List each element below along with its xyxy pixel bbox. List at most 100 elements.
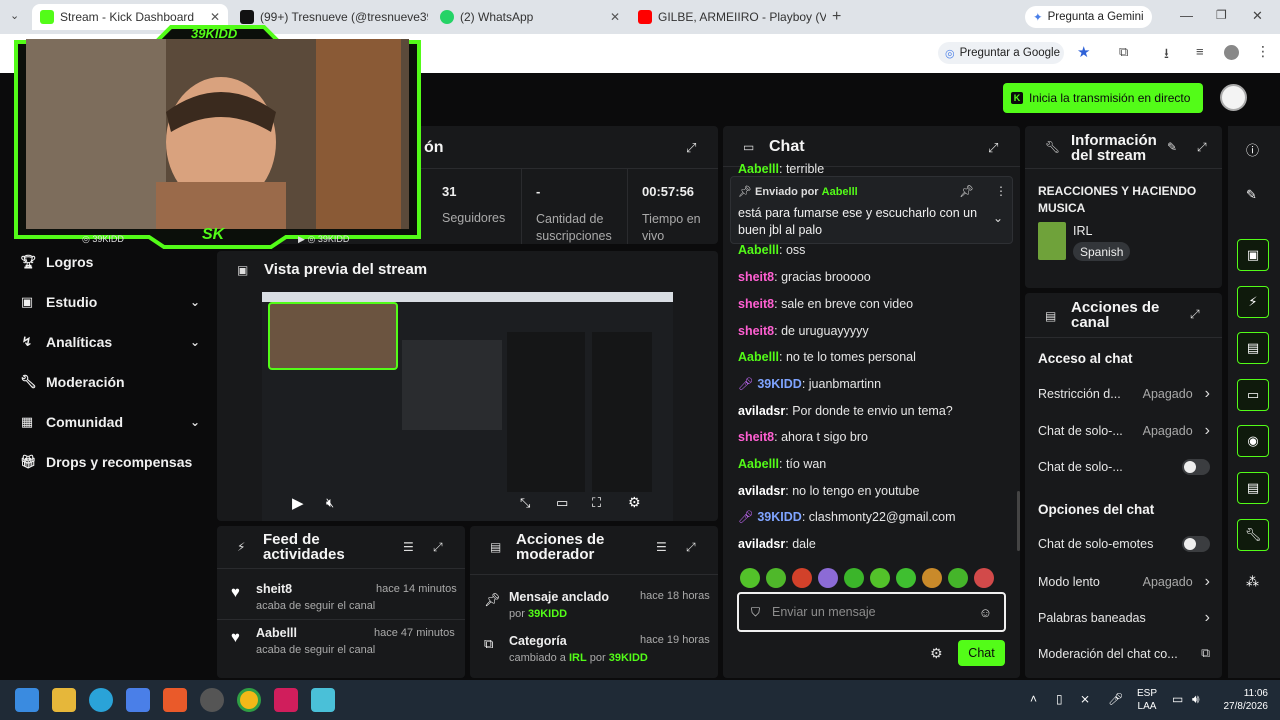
clock[interactable]: 11:06 27/8/2026 [1218,687,1269,713]
sidebar-item-analiticas[interactable]: ↯ Analíticas ⌄ [20,334,200,350]
ask-google-button[interactable]: ◎ Preguntar a Google [938,42,1064,64]
emote-icon[interactable] [870,568,890,588]
channel-setting-row[interactable]: Chat de solo-... [1038,459,1210,475]
mod-action-user[interactable]: 39KIDD [528,608,567,620]
tray-chevron-icon[interactable]: ˄ [1030,692,1037,706]
emote-icon[interactable] [922,568,942,588]
add-widget-icon[interactable]: ⁂ [1246,574,1259,590]
emoji-picker-icon[interactable]: ☺ [979,605,992,620]
channel-setting-row[interactable]: Chat de solo-emotes [1038,536,1210,552]
extensions-icon[interactable]: ⧉ [1119,44,1128,60]
channel-setting-row[interactable]: Restricción d... Apagado › [1038,385,1210,403]
download-icon[interactable]: ⭳ [1164,43,1169,67]
emote-icon[interactable] [896,568,916,588]
emote-icon[interactable] [818,568,838,588]
emote-icon[interactable] [844,568,864,588]
theater-icon[interactable]: ▭ [556,495,568,511]
chat-username[interactable]: 39KIDD [757,510,801,524]
chat-username[interactable]: Aabelll [738,243,779,257]
play-icon[interactable]: ▶ [292,494,304,512]
sidebar-item-moderacion[interactable]: 🔧︎ Moderación [20,374,200,390]
chat-username[interactable]: aviladsr [738,404,785,418]
expand-icon[interactable]: ⤢ [1190,307,1200,322]
expand-icon[interactable]: ⤢ [1197,140,1207,155]
chat-scrollbar[interactable] [1017,491,1020,551]
filter-icon[interactable]: ☰ [403,540,414,554]
chrome-icon[interactable] [237,688,261,712]
sidebar-item-comunidad[interactable]: ▦ Comunidad ⌄ [20,414,200,430]
expand-icon[interactable]: ⤢ [988,140,998,156]
chat-username[interactable]: sheit8 [738,270,774,284]
rail-activity-button[interactable]: ⚡︎ [1237,286,1269,318]
notepad-icon[interactable] [311,688,335,712]
chevron-down-icon[interactable]: ⌄ [993,211,1003,225]
chat-username[interactable]: sheit8 [738,324,774,338]
setting-toggle[interactable] [1182,459,1210,475]
file-explorer-icon[interactable] [52,688,76,712]
profile-avatar[interactable] [1224,45,1239,60]
usb-icon[interactable]: ▯ [1056,692,1063,706]
chat-username[interactable]: sheit8 [738,297,774,311]
info-icon[interactable]: ⓘ [1246,140,1259,159]
close-icon[interactable]: ✕ [610,10,620,24]
rail-record-button[interactable]: ◉ [1237,425,1269,457]
sidebar-item-drops[interactable]: 🎁︎ Drops y recompensas [20,454,200,470]
mod-action-user[interactable]: 39KIDD [609,652,648,664]
app-icon[interactable] [200,688,224,712]
channel-setting-row[interactable]: Moderación del chat co... ⧉ [1038,646,1210,661]
setting-toggle[interactable] [1182,536,1210,552]
store-app-icon[interactable] [126,688,150,712]
user-avatar[interactable] [1220,84,1247,111]
chat-username[interactable]: 39KIDD [757,377,801,391]
feed-user[interactable]: sheit8 [256,582,292,596]
mute-icon[interactable]: 🔇︎ [326,495,334,511]
tab-whatsapp[interactable]: (2) WhatsApp ✕ [432,4,628,30]
sidebar-item-logros[interactable]: 🏆︎ Logros [20,254,200,270]
settings-gear-icon[interactable]: ⚙ [628,494,641,511]
sidebar-item-estudio[interactable]: ▣ Estudio ⌄ [20,294,200,310]
chat-input[interactable]: ⛉ Enviar un mensaje ☺ [737,592,1006,632]
media-controls-icon[interactable]: ≡ [1196,44,1204,59]
fullscreen-icon[interactable]: ⛶ [592,495,601,511]
emote-icon[interactable] [948,568,968,588]
chat-username[interactable]: Aabelll [738,457,779,471]
browser-menu-icon[interactable]: ⋮ [1256,43,1270,60]
start-icon[interactable] [15,688,39,712]
bookmark-star-icon[interactable]: ★ [1077,43,1090,61]
channel-setting-row[interactable]: Modo lento Apagado › [1038,573,1210,591]
tiktok-app-icon[interactable] [274,688,298,712]
emote-icon[interactable] [766,568,786,588]
chat-username[interactable]: aviladsr [738,537,785,551]
chat-username[interactable]: sheit8 [738,430,774,444]
network-off-icon[interactable]: ⨯ [1080,692,1090,706]
expand-icon[interactable]: ⤢ [686,140,696,156]
channel-setting-row[interactable]: Palabras baneadas › [1038,609,1210,627]
chat-username[interactable]: Aabelll [738,350,779,364]
chat-settings-gear-icon[interactable]: ⚙ [930,645,943,662]
rail-chat-button[interactable]: ▭ [1237,379,1269,411]
gemini-button[interactable]: ✦ Pregunta a Gemini [1025,6,1152,28]
more-options-icon[interactable]: ⋮ [995,184,1007,198]
rail-list-button[interactable]: ▤ [1237,332,1269,364]
emote-icon[interactable] [792,568,812,588]
chat-username[interactable]: Aabelll [738,162,779,176]
emote-icon[interactable] [974,568,994,588]
filter-icon[interactable]: ☰ [656,540,667,554]
tab-youtube[interactable]: GILBE, ARMEIIRO - Playboy (Vi ✕ [630,4,826,30]
stream-preview-video[interactable]: ▶ 🔇︎ ⤡ ▭ ⛶ ⚙ [262,292,673,521]
chat-send-button[interactable]: Chat [958,640,1005,666]
edit-pencil-icon[interactable]: ✎ [1167,140,1177,154]
channel-setting-row[interactable]: Chat de solo-... Apagado › [1038,422,1210,440]
window-close-icon[interactable]: ✕ [1252,8,1263,24]
brave-icon[interactable] [163,688,187,712]
new-tab-icon[interactable]: + [832,8,841,26]
mod-action-category[interactable]: IRL [569,652,587,664]
feed-user[interactable]: Aabelll [256,626,297,640]
language-indicator[interactable]: ESP LAA [1137,687,1157,713]
emote-icon[interactable] [740,568,760,588]
go-live-button[interactable]: K Inicia la transmisión en directo [1003,83,1203,113]
chat-username[interactable]: aviladsr [738,484,785,498]
unpin-icon[interactable]: 📌︎ [959,184,974,198]
tab-menu-icon[interactable]: ⌄ [10,9,19,22]
expand-icon[interactable]: ⤢ [433,540,443,555]
